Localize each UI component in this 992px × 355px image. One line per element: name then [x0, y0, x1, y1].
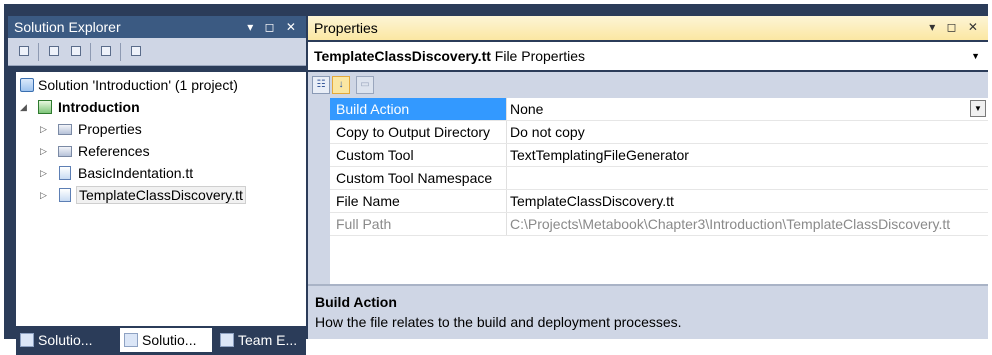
- toolbar-separator: [90, 43, 91, 61]
- chevron-down-icon[interactable]: ▼: [971, 42, 980, 70]
- properties-title: Properties: [314, 20, 378, 36]
- tree-item-basicindentation[interactable]: ▷ BasicIndentation.tt: [40, 162, 193, 184]
- expand-arrow-icon[interactable]: ▷: [40, 140, 50, 162]
- property-value[interactable]: Do not copy: [510, 121, 988, 143]
- tree-item-label: BasicIndentation.tt: [78, 165, 194, 181]
- dropdown-arrow-icon[interactable]: ▼: [970, 100, 986, 117]
- property-name: Copy to Output Directory: [336, 124, 491, 140]
- property-value[interactable]: None: [510, 98, 988, 120]
- references-icon: [58, 146, 72, 157]
- property-row-build-action[interactable]: Build Action None ▼: [330, 98, 988, 121]
- categorized-icon[interactable]: ☷: [312, 76, 330, 94]
- column-divider: [506, 144, 507, 166]
- properties-title-bar: Properties ▾ ◻ ✕: [308, 16, 988, 40]
- view-code-icon[interactable]: [98, 43, 114, 59]
- class-diagram-icon[interactable]: [128, 43, 144, 59]
- collapse-arrow-icon[interactable]: ◢: [20, 96, 30, 118]
- toolbar-separator: [120, 43, 121, 61]
- object-name: TemplateClassDiscovery.tt: [314, 48, 491, 64]
- property-row-file-name[interactable]: File Name TemplateClassDiscovery.tt: [330, 190, 988, 213]
- alphabetical-icon[interactable]: ↓: [332, 76, 350, 94]
- solution-icon: [20, 78, 34, 92]
- description-pane: Build Action How the file relates to the…: [308, 284, 988, 339]
- property-name: File Name: [336, 193, 400, 209]
- solution-explorer-toolbar: [8, 38, 306, 66]
- solution-explorer-title-bar: Solution Explorer ▾ ◻ ✕: [8, 16, 306, 38]
- column-divider: [506, 167, 507, 189]
- expand-arrow-icon[interactable]: ▷: [40, 118, 50, 140]
- property-grid: Build Action None ▼ Copy to Output Direc…: [308, 98, 988, 284]
- expand-arrow-icon[interactable]: ▷: [40, 162, 50, 184]
- column-divider: [506, 190, 507, 212]
- tab-label: Team E...: [238, 332, 298, 348]
- tab-label: Solutio...: [142, 332, 197, 348]
- expand-arrow-icon[interactable]: ▷: [40, 184, 50, 206]
- file-icon: [59, 188, 71, 202]
- property-row-full-path[interactable]: Full Path C:\Projects\Metabook\Chapter3\…: [330, 213, 988, 236]
- description-title: Build Action: [315, 294, 397, 310]
- folder-icon: [58, 124, 72, 135]
- tab-label: Solutio...: [38, 332, 93, 348]
- properties-window-controls[interactable]: ▾ ◻ ✕: [929, 16, 982, 38]
- tree-item-label: TemplateClassDiscovery.tt: [76, 186, 246, 204]
- tab-solution-explorer[interactable]: Solutio...: [120, 328, 212, 352]
- properties-panel: Properties ▾ ◻ ✕ TemplateClassDiscovery.…: [308, 16, 988, 339]
- team-explorer-icon: [220, 333, 234, 347]
- properties-toolbar: ☷ ↓ ▭: [308, 72, 988, 98]
- property-name: Full Path: [336, 216, 392, 232]
- property-row-custom-tool-namespace[interactable]: Custom Tool Namespace: [330, 167, 988, 190]
- property-value[interactable]: TextTemplatingFileGenerator: [510, 144, 988, 166]
- solution-explorer-tab-strip: Solutio... Solutio... Team E...: [16, 326, 306, 355]
- project-icon: [38, 100, 52, 114]
- tree-item-label: Properties: [78, 121, 142, 137]
- search-icon: [20, 333, 34, 347]
- property-row-custom-tool[interactable]: Custom Tool TextTemplatingFileGenerator: [330, 144, 988, 167]
- solution-explorer-title: Solution Explorer: [14, 19, 121, 35]
- property-value[interactable]: [510, 167, 988, 189]
- tab-solution-navigator[interactable]: Solutio...: [16, 328, 118, 352]
- tab-team-explorer[interactable]: Team E...: [216, 328, 306, 352]
- solution-explorer-window-controls[interactable]: ▾ ◻ ✕: [247, 16, 300, 38]
- solution-explorer-icon: [124, 333, 138, 347]
- solution-tree: Solution 'Introduction' (1 project) ◢ In…: [16, 72, 306, 326]
- solution-explorer-panel: Solution Explorer ▾ ◻ ✕ Solution 'Introd…: [8, 16, 306, 355]
- property-name: Custom Tool: [336, 147, 414, 163]
- column-divider: [506, 213, 507, 235]
- refresh-icon[interactable]: [68, 43, 84, 59]
- column-divider: [506, 121, 507, 143]
- grid-gutter: [308, 98, 330, 284]
- toolbar-separator: [38, 43, 39, 61]
- tree-item-label: References: [78, 143, 150, 159]
- property-pages-icon[interactable]: ▭: [356, 76, 374, 94]
- tree-item-label: Solution 'Introduction' (1 project): [38, 77, 238, 93]
- tree-item-solution[interactable]: Solution 'Introduction' (1 project): [20, 74, 238, 96]
- column-divider: [506, 98, 507, 120]
- property-name: Custom Tool Namespace: [336, 170, 493, 186]
- object-selector[interactable]: TemplateClassDiscovery.tt File Propertie…: [308, 42, 988, 70]
- property-value[interactable]: TemplateClassDiscovery.tt: [510, 190, 988, 212]
- tree-item-label: Introduction: [58, 99, 140, 115]
- property-row-copy-to-output[interactable]: Copy to Output Directory Do not copy: [330, 121, 988, 144]
- description-text: How the file relates to the build and de…: [315, 314, 682, 330]
- properties-icon[interactable]: [16, 43, 32, 59]
- tree-item-project[interactable]: ◢ Introduction: [20, 96, 140, 118]
- show-all-files-icon[interactable]: [46, 43, 62, 59]
- property-name: Build Action: [336, 101, 410, 117]
- object-type: File Properties: [490, 48, 586, 64]
- file-icon: [59, 166, 71, 180]
- tree-item-references[interactable]: ▷ References: [40, 140, 150, 162]
- tree-item-templateclassdiscovery[interactable]: ▷ TemplateClassDiscovery.tt: [40, 184, 246, 206]
- tree-item-properties[interactable]: ▷ Properties: [40, 118, 142, 140]
- property-value: C:\Projects\Metabook\Chapter3\Introducti…: [510, 216, 951, 232]
